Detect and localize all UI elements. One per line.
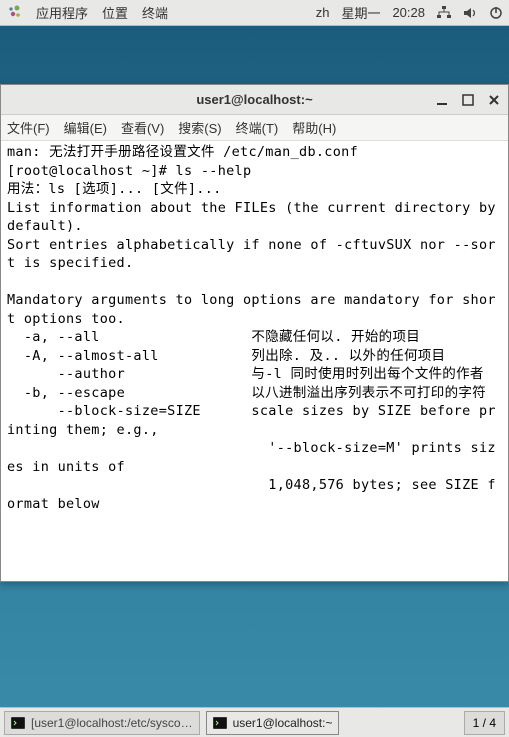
clock-time[interactable]: 20:28	[392, 5, 425, 20]
task-button-2[interactable]: user1@localhost:~	[206, 711, 340, 735]
window-titlebar[interactable]: user1@localhost:~	[1, 85, 508, 115]
top-panel: 应用程序 位置 终端 zh 星期一 20:28	[0, 0, 509, 26]
gnome-logo-icon	[6, 5, 22, 21]
menu-places[interactable]: 位置	[102, 3, 128, 22]
window-controls	[434, 92, 502, 108]
terminal-icon	[213, 716, 227, 730]
terminal-window: user1@localhost:~ 文件(F) 编辑(E) 查看(V) 搜索(S…	[0, 84, 509, 582]
menu-help[interactable]: 帮助(H)	[292, 118, 336, 137]
task-label: user1@localhost:~	[233, 716, 333, 730]
input-method-indicator[interactable]: zh	[316, 5, 330, 20]
menu-applications[interactable]: 应用程序	[36, 3, 88, 22]
volume-icon[interactable]	[463, 6, 477, 20]
workspace-label: 1 / 4	[473, 716, 496, 730]
power-icon[interactable]	[489, 6, 503, 20]
menu-file[interactable]: 文件(F)	[7, 118, 50, 137]
menu-view[interactable]: 查看(V)	[121, 118, 164, 137]
top-menus: 应用程序 位置 终端	[36, 3, 168, 22]
terminal-output[interactable]: man: 无法打开手册路径设置文件 /etc/man_db.conf [root…	[1, 141, 508, 581]
top-right-tray: zh 星期一 20:28	[316, 3, 503, 22]
window-title: user1@localhost:~	[1, 92, 508, 107]
task-label: [user1@localhost:/etc/sysco…	[31, 716, 193, 730]
menu-terminal[interactable]: 终端	[142, 3, 168, 22]
window-menubar: 文件(F) 编辑(E) 查看(V) 搜索(S) 终端(T) 帮助(H)	[1, 115, 508, 141]
minimize-button[interactable]	[434, 92, 450, 108]
terminal-icon	[11, 716, 25, 730]
menu-search[interactable]: 搜索(S)	[178, 118, 221, 137]
maximize-button[interactable]	[460, 92, 476, 108]
menu-edit[interactable]: 编辑(E)	[64, 118, 107, 137]
close-button[interactable]	[486, 92, 502, 108]
bottom-taskbar: [user1@localhost:/etc/sysco… user1@local…	[0, 707, 509, 737]
clock-day[interactable]: 星期一	[341, 3, 380, 22]
network-icon[interactable]	[437, 6, 451, 20]
task-button-1[interactable]: [user1@localhost:/etc/sysco…	[4, 711, 200, 735]
menu-terminal-sub[interactable]: 终端(T)	[236, 118, 279, 137]
workspace-switcher[interactable]: 1 / 4	[464, 711, 505, 735]
